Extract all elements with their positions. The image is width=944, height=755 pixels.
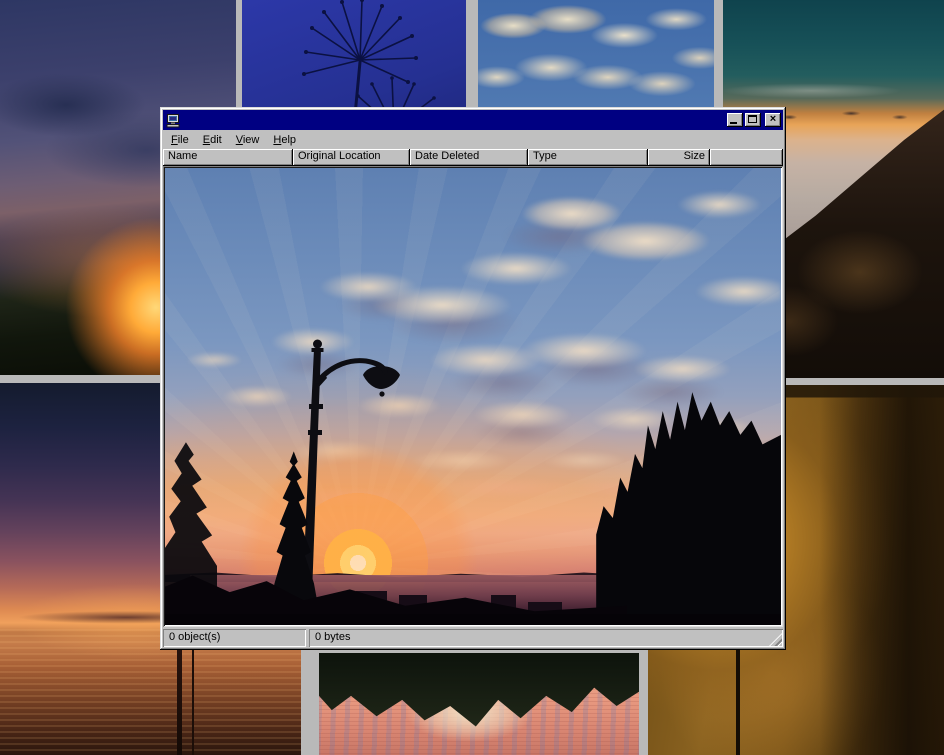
column-header-name[interactable]: Name	[163, 149, 293, 166]
column-header-date-deleted[interactable]: Date Deleted	[410, 149, 528, 166]
column-header-original-location[interactable]: Original Location	[293, 149, 410, 166]
close-icon: ×	[770, 113, 776, 125]
minimize-icon	[730, 122, 737, 124]
column-headers: Name Original Location Date Deleted Type…	[163, 149, 783, 166]
menu-help[interactable]: Help	[266, 132, 303, 148]
column-header-filler	[710, 149, 783, 166]
minimize-button[interactable]	[727, 113, 743, 127]
menu-bar: File Edit View Help	[163, 130, 783, 149]
menu-edit[interactable]: Edit	[196, 132, 229, 148]
wallpaper-tile-reflections	[319, 653, 639, 755]
computer-icon[interactable]	[165, 113, 181, 128]
close-button[interactable]: ×	[765, 113, 781, 127]
golden-tile-pole	[736, 650, 740, 755]
column-header-size[interactable]: Size	[648, 149, 710, 166]
status-object-count: 0 object(s)	[163, 629, 306, 647]
menu-file[interactable]: File	[164, 132, 196, 148]
desktop: × File Edit View Help Name Original Loca…	[0, 0, 944, 755]
recycle-bin-window: × File Edit View Help Name Original Loca…	[160, 107, 786, 650]
foreground-bottom-strip	[165, 614, 781, 625]
column-header-type[interactable]: Type	[528, 149, 648, 166]
menu-view[interactable]: View	[229, 132, 267, 148]
list-view-background-photo	[165, 168, 781, 625]
status-byte-count: 0 bytes	[309, 629, 783, 647]
lagoon-pole-thin	[192, 641, 194, 755]
maximize-icon	[748, 115, 757, 123]
maximize-button[interactable]	[745, 113, 761, 127]
titlebar[interactable]: ×	[163, 110, 783, 130]
list-view[interactable]	[163, 166, 783, 627]
tree-reflection	[319, 653, 639, 755]
status-bar: 0 object(s) 0 bytes	[163, 629, 783, 647]
